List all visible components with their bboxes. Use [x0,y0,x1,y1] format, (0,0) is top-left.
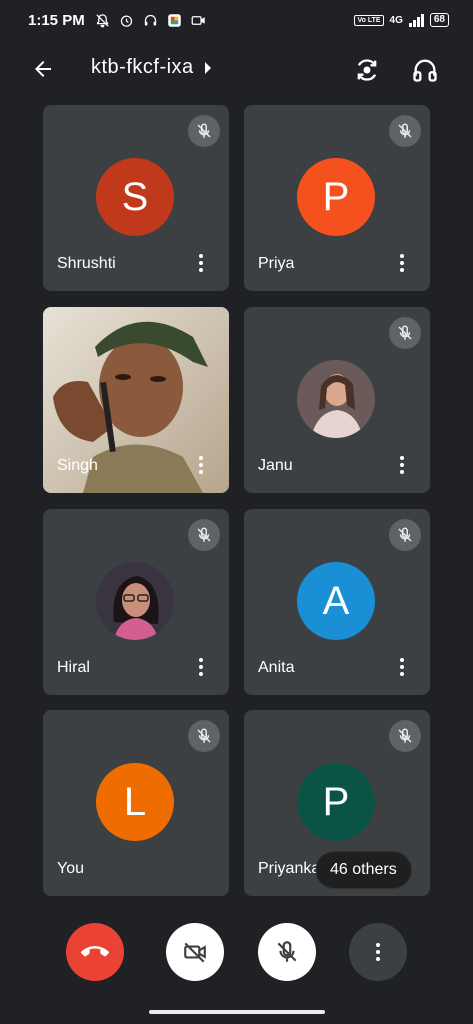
participant-more-button[interactable] [189,453,213,477]
more-vert-icon [199,456,203,474]
participant-tile-shrushti[interactable]: S Shrushti [43,105,229,291]
microphone-toggle-button[interactable] [258,923,316,981]
participant-name: Janu [258,457,293,474]
back-arrow-icon [35,61,51,77]
alarm-icon [119,12,135,28]
back-button[interactable] [28,54,58,84]
more-vert-icon [199,658,203,676]
avatar: P [297,763,375,841]
avatar: L [96,763,174,841]
mic-off-icon [188,519,220,551]
switch-camera-button[interactable] [351,54,383,86]
avatar-photo [96,562,174,640]
participant-name: Shrushti [57,255,116,272]
participant-more-button[interactable] [390,453,414,477]
audio-output-button[interactable] [409,54,441,86]
status-time: 1:15 PM [28,11,85,29]
more-vert-icon [199,254,203,272]
participant-more-button[interactable] [189,655,213,679]
more-vert-icon [400,658,404,676]
more-vert-icon [400,456,404,474]
mic-off-icon [389,115,421,147]
meeting-code: ktb-fkcf-ixa [91,56,194,78]
end-call-icon [81,946,109,957]
network-type: 4G [389,14,403,26]
video-call-icon [191,12,207,28]
participant-name: Hiral [57,659,90,676]
avatar-initial: A [322,578,350,623]
participant-more-button[interactable] [390,655,414,679]
participant-name: Priya [258,255,295,272]
headset-icon [143,12,159,28]
avatar-photo [297,360,375,438]
participant-tile-priya[interactable]: P Priya [244,105,430,291]
mic-off-icon [389,317,421,349]
avatar-initial: L [123,779,147,824]
participant-name: Priyanka [258,860,321,877]
app-notification-icon [167,12,183,28]
home-indicator[interactable] [149,1010,325,1014]
headphones-icon [413,59,437,82]
mic-off-icon [389,720,421,752]
participant-name: Singh [57,457,98,474]
participant-name: You [57,860,84,877]
meeting-header: ktb-fkcf-ixa [0,46,473,92]
avatar: A [297,562,375,640]
chevron-right-icon [204,61,211,74]
battery-indicator: 68 [429,13,449,27]
meeting-code-button[interactable]: ktb-fkcf-ixa [91,56,212,79]
mic-off-icon [277,941,297,962]
more-options-button[interactable] [349,923,407,981]
end-call-button[interactable] [66,923,124,981]
mic-off-icon [188,720,220,752]
signal-icon [408,13,424,27]
participant-more-button[interactable] [390,251,414,275]
mic-off-icon [389,519,421,551]
more-vert-icon [400,254,404,272]
participant-name: Anita [258,659,295,676]
avatar: P [297,158,375,236]
participant-tile-janu[interactable]: Janu [244,307,430,493]
mic-off-icon [188,115,220,147]
participant-tile-singh[interactable]: Singh [43,307,229,493]
participant-tile-hiral[interactable]: Hiral [43,509,229,695]
participant-more-button[interactable] [189,251,213,275]
avatar-initial: P [322,779,350,824]
camera-off-icon [184,942,206,963]
participant-tile-you[interactable]: L You [43,710,229,896]
notifications-off-icon [95,12,111,28]
participant-tile-anita[interactable]: A Anita [244,509,430,695]
avatar-initial: S [121,174,149,219]
status-bar: 1:15 PM Vo LTE 4G 68 [0,0,473,40]
avatar: S [96,158,174,236]
avatar-initial: P [322,174,350,219]
others-count-chip[interactable]: 46 others [316,852,411,888]
more-options-icon [376,943,380,961]
camera-toggle-button[interactable] [166,923,224,981]
volte-badge: Vo LTE [354,14,384,26]
switch-camera-icon [357,59,377,81]
